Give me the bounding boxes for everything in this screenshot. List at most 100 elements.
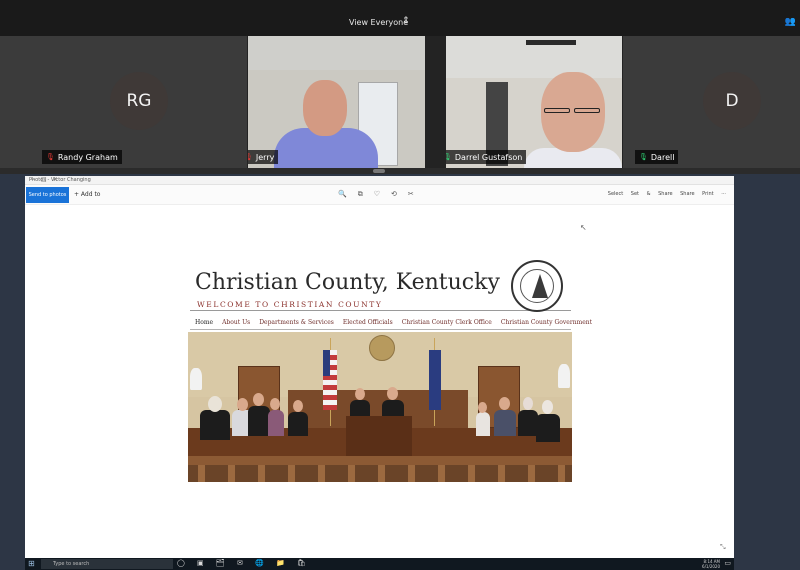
- glasses: [574, 108, 600, 113]
- photo-podium: [346, 416, 412, 456]
- site-subtitle: WELCOME TO CHRISTIAN COUNTY: [197, 300, 383, 309]
- participant-nametag: 🎙 Randy Graham: [42, 150, 122, 164]
- photo-seal: [369, 335, 395, 361]
- photo-baluster: [258, 465, 265, 482]
- photo-person-head: [270, 398, 280, 410]
- photo-person-head: [499, 397, 510, 410]
- photo-person: [248, 406, 270, 436]
- muted-mic-icon: 🎙: [46, 153, 55, 161]
- taskbar-clock[interactable]: 8:14 AM 6/1/2020: [702, 559, 720, 569]
- muted-mic-icon: 🎙: [248, 153, 253, 161]
- participant-tile-darrel[interactable]: 🎙 Darrel Gustafson: [446, 36, 622, 168]
- site-title: Christian County, Kentucky: [195, 270, 500, 295]
- glasses: [544, 108, 570, 113]
- photo-person: [268, 410, 284, 436]
- divider: [190, 310, 571, 311]
- photos-toolbar: Send to photos + Add to 🔍⧉♡⟲✂ Select Set…: [25, 185, 734, 205]
- photo-person: [350, 400, 370, 416]
- photo-baluster: [348, 465, 355, 482]
- photo-baluster: [228, 465, 235, 482]
- site-nav: Home About Us Departments & Services Ele…: [195, 319, 592, 326]
- photo-statue: [558, 364, 570, 388]
- photo-person: [536, 414, 560, 442]
- resize-icon[interactable]: ⤡: [720, 543, 726, 552]
- clock-date: 6/1/2020: [702, 564, 720, 569]
- tree-icon: [532, 274, 548, 298]
- avatar: RG: [110, 72, 168, 130]
- nav-departments[interactable]: Departments & Services: [259, 319, 334, 326]
- photo-baluster: [438, 465, 445, 482]
- photo-person-head: [542, 400, 553, 414]
- photo-person: [200, 410, 230, 440]
- participant-nametag: 🎙 Darell: [635, 150, 679, 164]
- notification-icon[interactable]: ▭: [724, 559, 731, 567]
- add-to-button[interactable]: + Add to: [74, 191, 100, 198]
- window-titlebar: Photos - Victor Changing —□✕: [25, 176, 734, 185]
- photo-rail: [188, 456, 572, 465]
- windows-taskbar: ⊞ Type to search ◯ ▣ 🗂 ✉ 🌐 📁 🛍 8:14 AM 6…: [25, 558, 734, 570]
- photo-person: [494, 410, 516, 436]
- us-flag-canton: [323, 350, 330, 376]
- photo-person: [518, 410, 538, 436]
- participants-icon[interactable]: 👥: [785, 17, 796, 27]
- chevron-updown-icon[interactable]: ⇕: [402, 16, 410, 26]
- participant-name: Randy Graham: [57, 152, 118, 162]
- nav-about-us[interactable]: About Us: [222, 319, 250, 326]
- ceiling-fan: [526, 40, 576, 45]
- divider: [190, 329, 571, 330]
- photo-person-head: [523, 397, 533, 410]
- splitter-handle[interactable]: [373, 169, 385, 173]
- participant-name: Darrel Gustafson: [454, 152, 523, 162]
- photo-baluster: [378, 465, 385, 482]
- person-head: [303, 80, 347, 136]
- nav-clerk-office[interactable]: Christian County Clerk Office: [402, 319, 492, 326]
- camera-background: [248, 36, 425, 70]
- photo-person-head: [237, 398, 248, 411]
- participant-name: Darell: [650, 152, 675, 162]
- photo-statue: [190, 368, 202, 390]
- participant-nametag: 🎙 Darrel Gustafson: [446, 150, 527, 164]
- photo-baluster: [558, 465, 565, 482]
- county-seal-icon: [511, 260, 563, 312]
- nav-county-government[interactable]: Christian County Government: [501, 319, 592, 326]
- photo-person-head: [253, 393, 264, 406]
- participant-name: Jerry: [255, 152, 275, 162]
- mouse-cursor-icon: ↖: [580, 223, 587, 232]
- toolbar-right-actions[interactable]: Select Set & Share Share Print ···: [608, 191, 726, 197]
- avatar: D: [703, 72, 761, 130]
- zoom-meeting-screen: View Everyone ⇕ 👥 RG 🎙 Randy Graham 🎙 Je…: [0, 0, 800, 570]
- toolbar-tools[interactable]: 🔍⧉♡⟲✂: [338, 190, 425, 199]
- photo-baluster: [288, 465, 295, 482]
- photo-baluster: [528, 465, 535, 482]
- photo-person-head: [387, 387, 398, 400]
- courtroom-photo: [188, 332, 572, 482]
- participant-tile-jerry[interactable]: 🎙 Jerry: [248, 36, 425, 168]
- photo-baluster: [408, 465, 415, 482]
- photo-person-head: [293, 400, 303, 412]
- participant-tile-randy[interactable]: RG 🎙 Randy Graham: [0, 36, 247, 168]
- mic-icon: 🎙: [446, 153, 452, 161]
- photo-person: [288, 412, 308, 436]
- taskbar-search-input[interactable]: Type to search: [41, 559, 173, 569]
- photo-person-head: [355, 388, 365, 400]
- nav-home[interactable]: Home: [195, 319, 213, 326]
- view-everyone-button[interactable]: View Everyone: [349, 18, 408, 27]
- state-flag: [429, 350, 441, 410]
- participant-nametag: 🎙 Jerry: [248, 150, 279, 164]
- photo-person-head: [478, 402, 487, 413]
- window-controls[interactable]: —□✕: [29, 176, 730, 183]
- photo-baluster: [198, 465, 205, 482]
- photo-baluster: [498, 465, 505, 482]
- send-to-photos-button[interactable]: Send to photos: [26, 187, 69, 203]
- zoom-top-bar: View Everyone ⇕ 👥: [0, 0, 800, 36]
- photo-person-head: [208, 396, 222, 412]
- windows-start-icon[interactable]: ⊞: [28, 559, 37, 568]
- photo-person: [382, 400, 404, 416]
- participant-tile-darell[interactable]: D 🎙 Darell: [623, 36, 800, 168]
- mic-icon: 🎙: [639, 153, 648, 161]
- photo-baluster: [318, 465, 325, 482]
- photo-baluster: [468, 465, 475, 482]
- nav-elected-officials[interactable]: Elected Officials: [343, 319, 393, 326]
- taskbar-app-icons[interactable]: ◯ ▣ 🗂 ✉ 🌐 📁 🛍: [177, 559, 311, 567]
- photo-person: [476, 412, 490, 436]
